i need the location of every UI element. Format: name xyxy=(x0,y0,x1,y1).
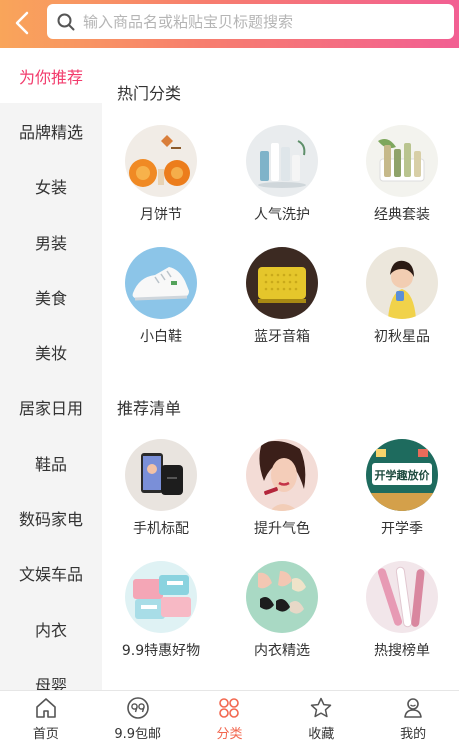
search-icon xyxy=(57,13,75,30)
phone-powerbank-image xyxy=(125,439,197,511)
grid-item-label: 手机标配 xyxy=(133,521,189,537)
star-icon xyxy=(311,697,332,718)
tab-label: 9.9包邮 xyxy=(114,727,162,742)
category-sidebar: 为你推荐 品牌精选 女装 男装 美食 美妆 居家日用 鞋品 数码家电 文娱车品 … xyxy=(0,48,102,690)
sidebar-item-baby[interactable]: 母婴 xyxy=(0,656,102,690)
sidebar-item-entertainment[interactable]: 文娱车品 xyxy=(0,546,102,601)
bluetooth-speaker-image xyxy=(246,247,318,319)
99-badge-icon xyxy=(126,697,149,719)
sidebar-item-brand[interactable]: 品牌精选 xyxy=(0,103,102,158)
grid-item-label: 蓝牙音箱 xyxy=(254,329,310,345)
grid-item-lingerie[interactable]: 内衣精选 xyxy=(232,561,332,660)
header xyxy=(0,0,459,48)
mooncake-flower-image xyxy=(125,125,197,197)
section-title-recommended: 推荐清单 xyxy=(117,399,182,418)
tab-label: 分类 xyxy=(216,727,243,742)
autumn-model-image xyxy=(366,247,438,319)
sidebar-item-recommended[interactable]: 为你推荐 xyxy=(0,48,102,104)
school-badge-text: 开学趣放价 xyxy=(375,468,431,482)
tab-label: 首页 xyxy=(32,727,59,742)
grid-item-sneaker[interactable]: 小白鞋 xyxy=(111,247,211,346)
tab-99-free-shipping[interactable]: 9.9包邮 xyxy=(92,691,184,744)
grid-item-label: 初秋星品 xyxy=(374,329,430,345)
category-content: 热门分类 月饼节 人气洗护 经典套装 小白鞋 蓝牙音箱 初秋星品 推荐清单 手机… xyxy=(102,48,459,690)
grid-item-autumn[interactable]: 初秋星品 xyxy=(352,247,452,346)
sidebar-item-home[interactable]: 居家日用 xyxy=(0,380,102,435)
sidebar-item-beauty[interactable]: 美妆 xyxy=(0,324,102,379)
grid-item-speaker[interactable]: 蓝牙音箱 xyxy=(232,247,332,346)
grid-item-cosmetic-set[interactable]: 经典套装 xyxy=(352,125,452,224)
white-sneaker-image xyxy=(125,247,197,319)
lingerie-image xyxy=(246,561,318,633)
grid-item-label: 月饼节 xyxy=(140,207,182,223)
grid-item-label: 提升气色 xyxy=(254,521,310,537)
search-bar[interactable] xyxy=(47,4,454,39)
back-button[interactable] xyxy=(8,8,38,38)
grid-item-skincare[interactable]: 人气洗护 xyxy=(232,125,332,224)
grid-item-phone[interactable]: 手机标配 xyxy=(111,439,211,538)
sidebar-item-shoes[interactable]: 鞋品 xyxy=(0,435,102,490)
section-title-hot: 热门分类 xyxy=(117,84,182,103)
grid-item-label: 人气洗护 xyxy=(254,207,310,223)
lipstick-model-image xyxy=(246,439,318,511)
bottom-tab-bar: 首页 9.9包邮 分类 收藏 我的 xyxy=(0,690,459,744)
sidebar-item-men[interactable]: 男装 xyxy=(0,214,102,269)
sidebar-item-underwear[interactable]: 内衣 xyxy=(0,601,102,656)
grid-item-label: 经典套装 xyxy=(374,207,430,223)
tab-profile[interactable]: 我的 xyxy=(367,691,459,744)
tab-home[interactable]: 首页 xyxy=(0,691,92,744)
tab-label: 收藏 xyxy=(308,727,335,742)
electric-toothbrush-image xyxy=(366,561,438,633)
grid-item-mooncake[interactable]: 月饼节 xyxy=(111,125,211,224)
sidebar-item-food[interactable]: 美食 xyxy=(0,269,102,324)
sidebar-item-women[interactable]: 女装 xyxy=(0,159,102,214)
grid-item-tissue[interactable]: 9.9特惠好物 xyxy=(111,561,211,660)
grid-item-label: 开学季 xyxy=(381,521,423,537)
tab-label: 我的 xyxy=(400,727,427,742)
cosmetic-set-image xyxy=(366,125,438,197)
tab-favorites[interactable]: 收藏 xyxy=(275,691,367,744)
grid-item-school[interactable]: 开学趣放价 开学季 xyxy=(352,439,452,538)
category-grid-icon xyxy=(219,698,240,718)
grid-item-label: 热搜榜单 xyxy=(374,643,430,659)
grid-item-label: 内衣精选 xyxy=(254,643,310,659)
search-input[interactable] xyxy=(83,12,423,31)
tissue-pack-image xyxy=(125,561,197,633)
chevron-left-icon xyxy=(15,11,29,35)
sidebar-item-digital[interactable]: 数码家电 xyxy=(0,490,102,545)
skincare-bottles-image xyxy=(246,125,318,197)
grid-item-label: 小白鞋 xyxy=(140,329,182,345)
grid-item-label: 9.9特惠好物 xyxy=(121,643,201,659)
grid-item-toothbrush[interactable]: 热搜榜单 xyxy=(352,561,452,660)
user-icon xyxy=(404,698,422,718)
tab-category[interactable]: 分类 xyxy=(184,691,276,744)
home-icon xyxy=(36,698,56,718)
back-to-school-image: 开学趣放价 xyxy=(366,439,438,511)
grid-item-lipstick[interactable]: 提升气色 xyxy=(232,439,332,538)
